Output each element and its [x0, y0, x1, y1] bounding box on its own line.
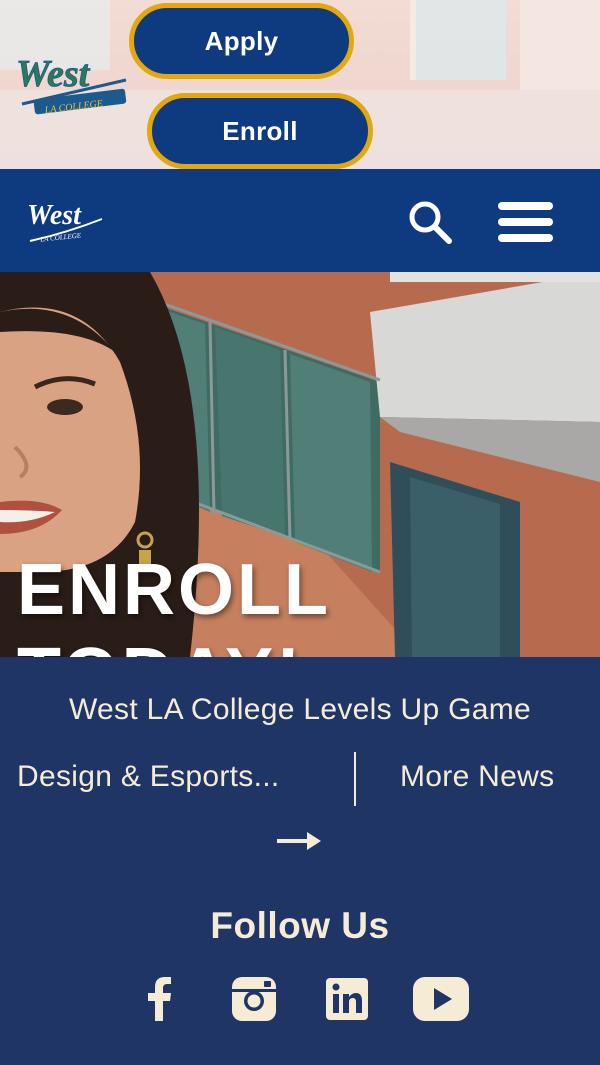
- enroll-button[interactable]: Enroll: [147, 93, 373, 169]
- menu-bar: [498, 218, 553, 226]
- linkedin-icon[interactable]: [326, 977, 368, 1021]
- hero-title: ENROLL TODAY!: [17, 550, 330, 657]
- menu-bar: [498, 234, 553, 242]
- news-divider: [354, 752, 356, 806]
- nav-logo-wordmark: West: [27, 200, 82, 231]
- west-la-college-logo[interactable]: West LA COLLEGE: [14, 52, 129, 118]
- news-headline-continued[interactable]: Design & Esports...: [17, 760, 279, 794]
- news-section: West LA College Levels Up Game Design & …: [0, 657, 600, 1065]
- follow-us-title: Follow Us: [210, 905, 390, 946]
- logo-wordmark: West: [16, 53, 91, 95]
- more-news-link[interactable]: More News: [400, 760, 554, 794]
- apply-button[interactable]: Apply: [129, 3, 354, 79]
- hamburger-menu-icon[interactable]: [494, 199, 556, 245]
- west-la-college-nav-logo[interactable]: West LA COLLEGE: [26, 197, 106, 245]
- banner-background-wall: [520, 0, 600, 90]
- instagram-icon[interactable]: [232, 977, 276, 1021]
- main-navbar: West LA COLLEGE: [0, 169, 600, 272]
- top-banner: West LA COLLEGE Apply Enroll: [0, 0, 600, 169]
- right-arrow-icon[interactable]: [275, 825, 323, 857]
- news-row: Design & Esports... More News: [0, 752, 600, 806]
- facebook-icon[interactable]: [146, 977, 172, 1021]
- news-headline[interactable]: West LA College Levels Up Game: [0, 693, 600, 727]
- nav-logo-subtext: LA COLLEGE: [39, 231, 82, 243]
- search-icon[interactable]: [405, 197, 455, 247]
- banner-background-window: [410, 0, 506, 80]
- youtube-icon[interactable]: [413, 977, 469, 1021]
- menu-bar: [498, 202, 553, 210]
